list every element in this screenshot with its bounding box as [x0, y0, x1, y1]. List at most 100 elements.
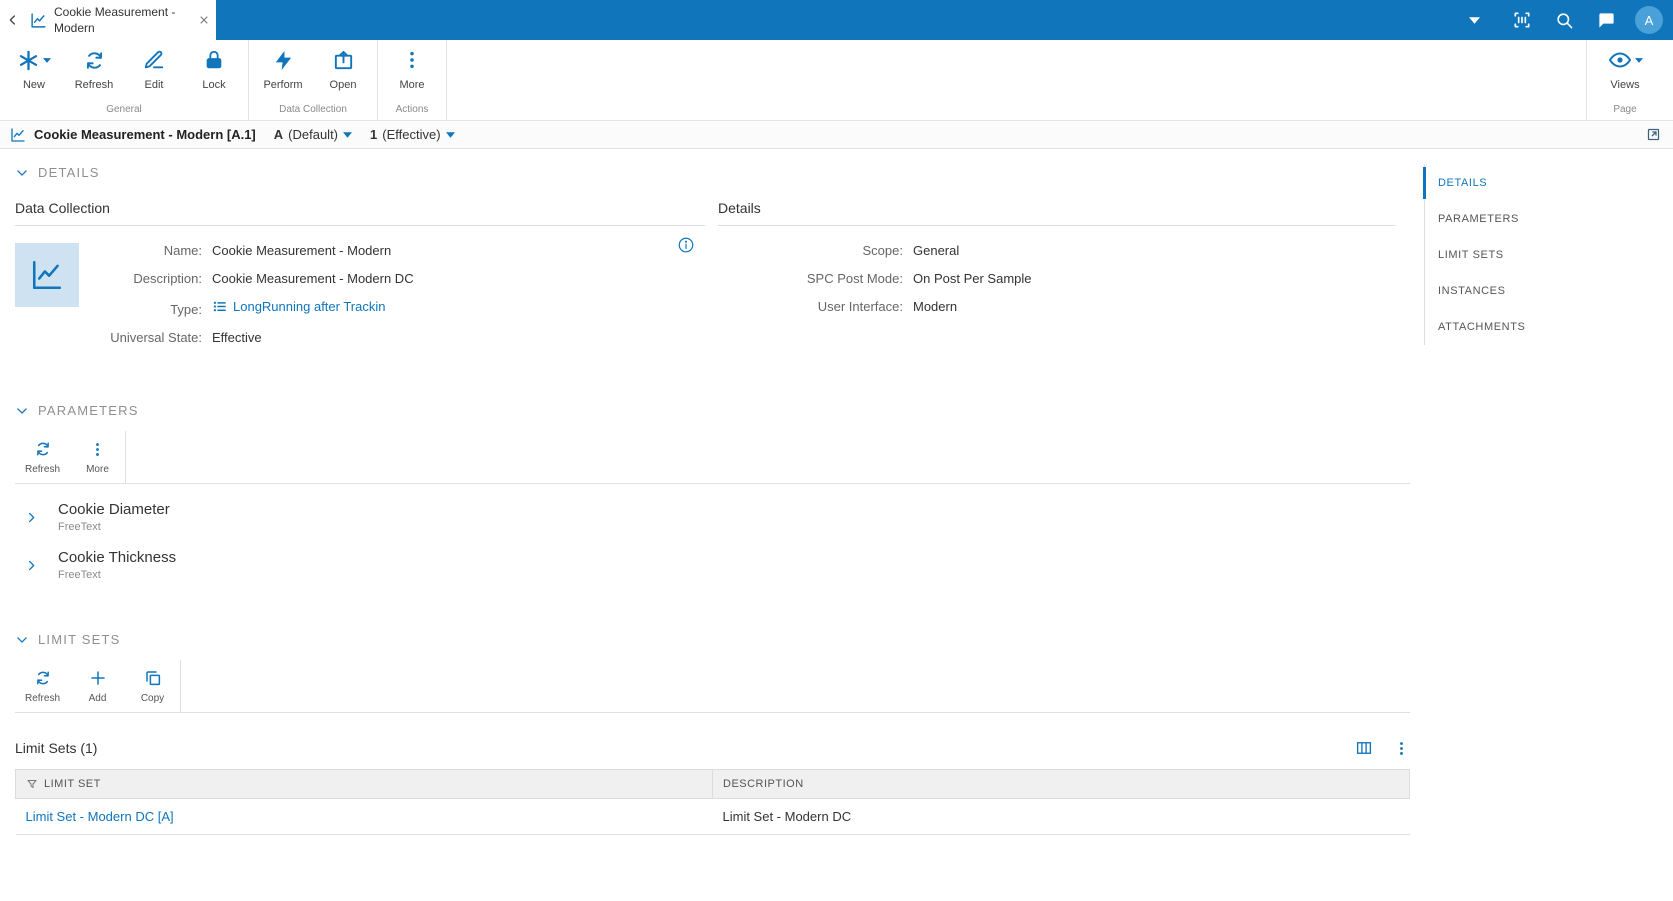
avatar[interactable]: A — [1635, 6, 1663, 34]
field-label: Name: — [163, 243, 202, 258]
search-button[interactable] — [1543, 0, 1585, 40]
close-icon[interactable] — [198, 14, 210, 26]
details-panel: Details Scope: General SPC Post Mode: On… — [718, 200, 1395, 345]
parameter-name: Cookie Diameter — [58, 501, 170, 518]
nav-item-attachments[interactable]: ATTACHMENTS — [1425, 309, 1554, 345]
field-label: Universal State: — [110, 330, 202, 345]
document-tab[interactable]: Cookie Measurement - Modern — [26, 0, 216, 40]
limit-sets-copy-button[interactable]: Copy — [125, 660, 180, 712]
parameter-type: FreeText — [58, 521, 101, 533]
field-label: Description: — [133, 271, 202, 286]
parameter-row[interactable]: Cookie Thickness FreeText — [15, 542, 1410, 590]
limit-sets-section-title: LIMIT SETS — [38, 632, 121, 647]
field-value-universal-state: Effective — [212, 330, 262, 345]
field-value-name: Cookie Measurement - Modern — [212, 243, 392, 258]
limit-sets-table: LIMIT SET DESCRIPTION Limit Set - Modern… — [15, 769, 1410, 835]
parameters-section: PARAMETERS Refresh More Cookie Diameter … — [15, 403, 1410, 590]
chat-button[interactable] — [1585, 0, 1627, 40]
details-section: DETAILS Data Collection Name: Cookie Mea… — [15, 165, 1410, 345]
new-button[interactable]: New — [4, 47, 64, 91]
back-button[interactable] — [0, 0, 26, 40]
field-value-user-interface: Modern — [913, 299, 958, 314]
type-link-text: LongRunning after Trackin — [233, 299, 386, 314]
field-value-spc-post-mode: On Post Per Sample — [913, 271, 1032, 286]
parameter-row[interactable]: Cookie Diameter FreeText — [15, 494, 1410, 542]
chevron-down-icon — [343, 131, 353, 138]
limit-set-link[interactable]: Limit Set - Modern DC [A] — [26, 809, 174, 824]
scan-icon — [1514, 12, 1530, 28]
more-vertical-icon — [89, 439, 106, 459]
views-button[interactable]: Views — [1595, 47, 1655, 91]
toolbar-separator — [180, 660, 181, 712]
perform-button-label: Perform — [263, 79, 303, 91]
field-value-description: Cookie Measurement - Modern DC — [212, 271, 414, 286]
limit-sets-table-bar: Limit Sets (1) — [15, 739, 1410, 757]
nav-item-details[interactable]: DETAILS — [1423, 165, 1554, 201]
lock-button[interactable]: Lock — [184, 47, 244, 91]
parameters-refresh-label: Refresh — [24, 464, 60, 475]
revision-selector[interactable]: 1 (Effective) — [370, 127, 455, 142]
column-header-limit-set[interactable]: LIMIT SET — [15, 769, 713, 799]
field-value-type-link[interactable]: LongRunning after Trackin — [212, 299, 705, 314]
views-button-label: Views — [1610, 79, 1640, 91]
chevron-down-icon — [445, 131, 455, 138]
version-label: (Default) — [288, 127, 339, 142]
more-vertical-icon — [410, 51, 414, 69]
info-icon[interactable] — [677, 236, 695, 254]
limit-sets-refresh-button[interactable]: Refresh — [15, 660, 70, 712]
refresh-icon — [34, 439, 52, 459]
more-button[interactable]: More — [382, 47, 442, 91]
version-selector[interactable]: A (Default) — [273, 127, 353, 142]
refresh-icon — [34, 668, 52, 688]
column-header-description[interactable]: DESCRIPTION — [712, 769, 1410, 799]
ribbon-group-label-page: Page — [1613, 104, 1637, 115]
parameters-list: Cookie Diameter FreeText Cookie Thicknes… — [15, 494, 1410, 590]
parameters-refresh-button[interactable]: Refresh — [15, 431, 70, 483]
chat-icon — [1598, 12, 1614, 28]
ribbon-toolbar: New Refresh Edit Lock General Perform Op… — [0, 40, 1673, 121]
edit-button-label: Edit — [144, 79, 164, 91]
expand-icon — [1647, 128, 1660, 141]
open-button[interactable]: Open — [313, 47, 373, 91]
nav-item-instances[interactable]: INSTANCES — [1425, 273, 1554, 309]
ribbon-group-page: Views Page — [1587, 40, 1673, 120]
parameters-section-header[interactable]: PARAMETERS — [15, 403, 1410, 418]
lock-icon — [206, 50, 222, 69]
version-value: A — [273, 127, 284, 142]
table-more-button[interactable] — [1393, 740, 1410, 757]
ribbon-spacer — [447, 40, 1586, 120]
breadcrumb: Cookie Measurement - Modern [A.1] A (Def… — [0, 121, 1673, 149]
nav-item-limit-sets[interactable]: LIMIT SETS — [1425, 237, 1554, 273]
nav-item-parameters[interactable]: PARAMETERS — [1425, 201, 1554, 237]
field-value-scope: General — [913, 243, 960, 258]
ribbon-group-label-actions: Actions — [395, 104, 429, 115]
chart-line-icon — [10, 127, 26, 143]
edit-button[interactable]: Edit — [124, 47, 184, 91]
details-fields: Scope: General SPC Post Mode: On Post Pe… — [718, 243, 1395, 314]
limit-sets-section-header[interactable]: LIMIT SETS — [15, 632, 1410, 647]
column-header-label: LIMIT SET — [44, 778, 101, 790]
lock-button-label: Lock — [202, 79, 226, 91]
perform-button[interactable]: Perform — [253, 47, 313, 91]
filter-icon[interactable] — [26, 778, 38, 790]
chevron-down-icon — [15, 404, 29, 418]
refresh-button[interactable]: Refresh — [64, 47, 124, 91]
open-icon — [334, 50, 352, 69]
page-title: Cookie Measurement - Modern [A.1] — [34, 127, 256, 142]
chevron-right-icon[interactable] — [25, 511, 38, 524]
topbar-menu-caret[interactable] — [1459, 0, 1489, 40]
limit-sets-add-button[interactable]: Add — [70, 660, 125, 712]
parameters-more-button[interactable]: More — [70, 431, 125, 483]
chart-line-icon — [32, 260, 62, 290]
table-row[interactable]: Limit Set - Modern DC [A] Limit Set - Mo… — [15, 798, 1410, 835]
more-button-label: More — [399, 79, 425, 91]
open-button-label: Open — [329, 79, 357, 91]
chevron-right-icon[interactable] — [25, 559, 38, 572]
expand-panel-button[interactable] — [1646, 127, 1661, 142]
refresh-button-label: Refresh — [74, 79, 114, 91]
details-section-header[interactable]: DETAILS — [15, 165, 1410, 180]
chevron-left-icon — [9, 15, 15, 25]
column-settings-button[interactable] — [1355, 739, 1373, 757]
scan-button[interactable] — [1501, 0, 1543, 40]
field-label: SPC Post Mode: — [806, 271, 903, 286]
